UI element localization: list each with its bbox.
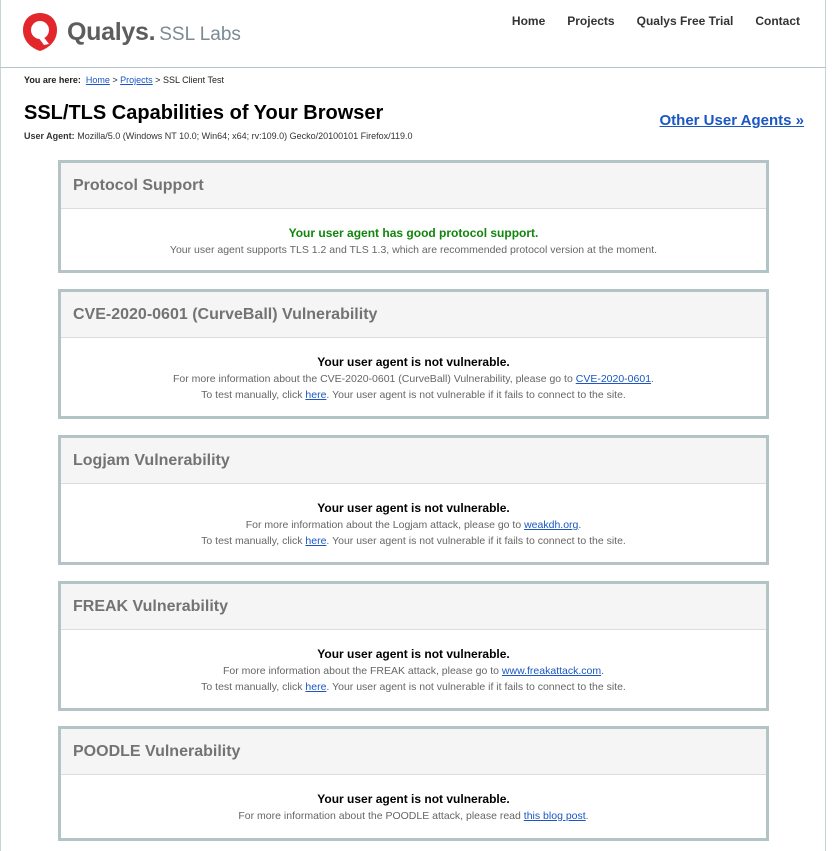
site-header: Qualys. SSL Labs Home Projects Qualys Fr…: [0, 0, 826, 68]
panel-title: FREAK Vulnerability: [61, 584, 766, 630]
freak-test-link[interactable]: here: [305, 681, 326, 693]
status-message: Your user agent is not vulnerable.: [317, 792, 510, 806]
breadcrumb-separator: >: [109, 75, 121, 85]
breadcrumb-projects-link[interactable]: Projects: [120, 75, 153, 85]
info-text-end: .: [651, 373, 654, 385]
breadcrumb-separator: >: [152, 75, 163, 85]
panel-body: Your user agent is not vulnerable. For m…: [61, 775, 766, 824]
logjam-panel: Logjam Vulnerability Your user agent is …: [58, 435, 769, 565]
brand-name: Qualys.: [67, 17, 156, 46]
site-logo[interactable]: Qualys. SSL Labs: [22, 12, 241, 52]
info-text: For more information about the FREAK att…: [222, 665, 502, 677]
info-text: For more information about the POODLE at…: [238, 810, 524, 822]
freak-info-link[interactable]: www.freakattack.com: [502, 665, 601, 677]
test-line: To test manually, click here. Your user …: [61, 679, 766, 695]
logjam-test-link[interactable]: here: [305, 535, 326, 547]
breadcrumb: You are here: Home > Projects > SSL Clie…: [24, 75, 224, 85]
info-text: For more information about the Logjam at…: [245, 519, 525, 531]
info-text-end: .: [601, 665, 605, 677]
user-agent-label: User Agent:: [24, 131, 75, 141]
info-line: For more information about the CVE-2020-…: [61, 371, 766, 387]
freak-panel: FREAK Vulnerability Your user agent is n…: [58, 581, 769, 711]
page-title: SSL/TLS Capabilities of Your Browser: [24, 102, 384, 124]
panel-body: Your user agent has good protocol suppor…: [61, 209, 766, 258]
info-line: For more information about the POODLE at…: [61, 808, 766, 824]
test-text-end: . Your user agent is not vulnerable if i…: [326, 535, 626, 547]
status-message: Your user agent is not vulnerable.: [317, 355, 510, 369]
test-text-end: . Your user agent is not vulnerable if i…: [326, 681, 626, 693]
panel-title: Logjam Vulnerability: [61, 438, 766, 484]
info-text: For more information about the CVE-2020-…: [173, 373, 576, 385]
nav-home[interactable]: Home: [512, 14, 545, 28]
poodle-panel: POODLE Vulnerability Your user agent is …: [58, 726, 769, 841]
breadcrumb-current: SSL Client Test: [162, 75, 224, 85]
status-message: Your user agent has good protocol suppor…: [288, 226, 539, 240]
product-name: SSL Labs: [159, 24, 241, 45]
test-text-end: . Your user agent is not vulnerable if i…: [326, 389, 626, 401]
other-user-agents-link[interactable]: Other User Agents »: [660, 112, 805, 129]
nav-contact[interactable]: Contact: [755, 14, 800, 28]
info-line: For more information about the Logjam at…: [61, 517, 766, 533]
main-nav: Home Projects Qualys Free Trial Contact: [512, 14, 800, 28]
panel-title: CVE-2020-0601 (CurveBall) Vulnerability: [61, 292, 766, 338]
status-message: Your user agent is not vulnerable.: [317, 647, 510, 661]
curveball-test-link[interactable]: here: [305, 389, 326, 401]
panel-title: Protocol Support: [61, 163, 766, 209]
test-text: To test manually, click: [201, 681, 306, 693]
info-text-end: .: [585, 810, 589, 822]
panel-body: Your user agent is not vulnerable. For m…: [61, 630, 766, 695]
panel-body: Your user agent is not vulnerable. For m…: [61, 338, 766, 403]
user-agent-value: Mozilla/5.0 (Windows NT 10.0; Win64; x64…: [77, 131, 413, 141]
poodle-blog-link[interactable]: this blog post: [524, 810, 586, 822]
info-text-end: .: [578, 519, 582, 531]
curveball-panel: CVE-2020-0601 (CurveBall) Vulnerability …: [58, 289, 769, 419]
protocol-support-panel: Protocol Support Your user agent has goo…: [58, 160, 769, 273]
detail-text: Your user agent supports TLS 1.2 and TLS…: [169, 244, 658, 256]
breadcrumb-prefix: You are here:: [24, 75, 81, 85]
nav-free-trial[interactable]: Qualys Free Trial: [637, 14, 734, 28]
panel-body: Your user agent is not vulnerable. For m…: [61, 484, 766, 549]
info-line: For more information about the FREAK att…: [61, 663, 766, 679]
curveball-info-link[interactable]: CVE-2020-0601: [576, 373, 651, 385]
test-line: To test manually, click here. Your user …: [61, 533, 766, 549]
breadcrumb-home-link[interactable]: Home: [86, 75, 110, 85]
nav-projects[interactable]: Projects: [567, 14, 614, 28]
logjam-info-link[interactable]: weakdh.org: [524, 519, 578, 531]
status-message: Your user agent is not vulnerable.: [317, 501, 510, 515]
test-text: To test manually, click: [201, 535, 306, 547]
user-agent-line: User Agent: Mozilla/5.0 (Windows NT 10.0…: [24, 131, 413, 141]
qualys-shield-icon: [23, 13, 57, 51]
test-line: To test manually, click here. Your user …: [61, 387, 766, 403]
panel-title: POODLE Vulnerability: [61, 729, 766, 775]
test-text: To test manually, click: [201, 389, 306, 401]
